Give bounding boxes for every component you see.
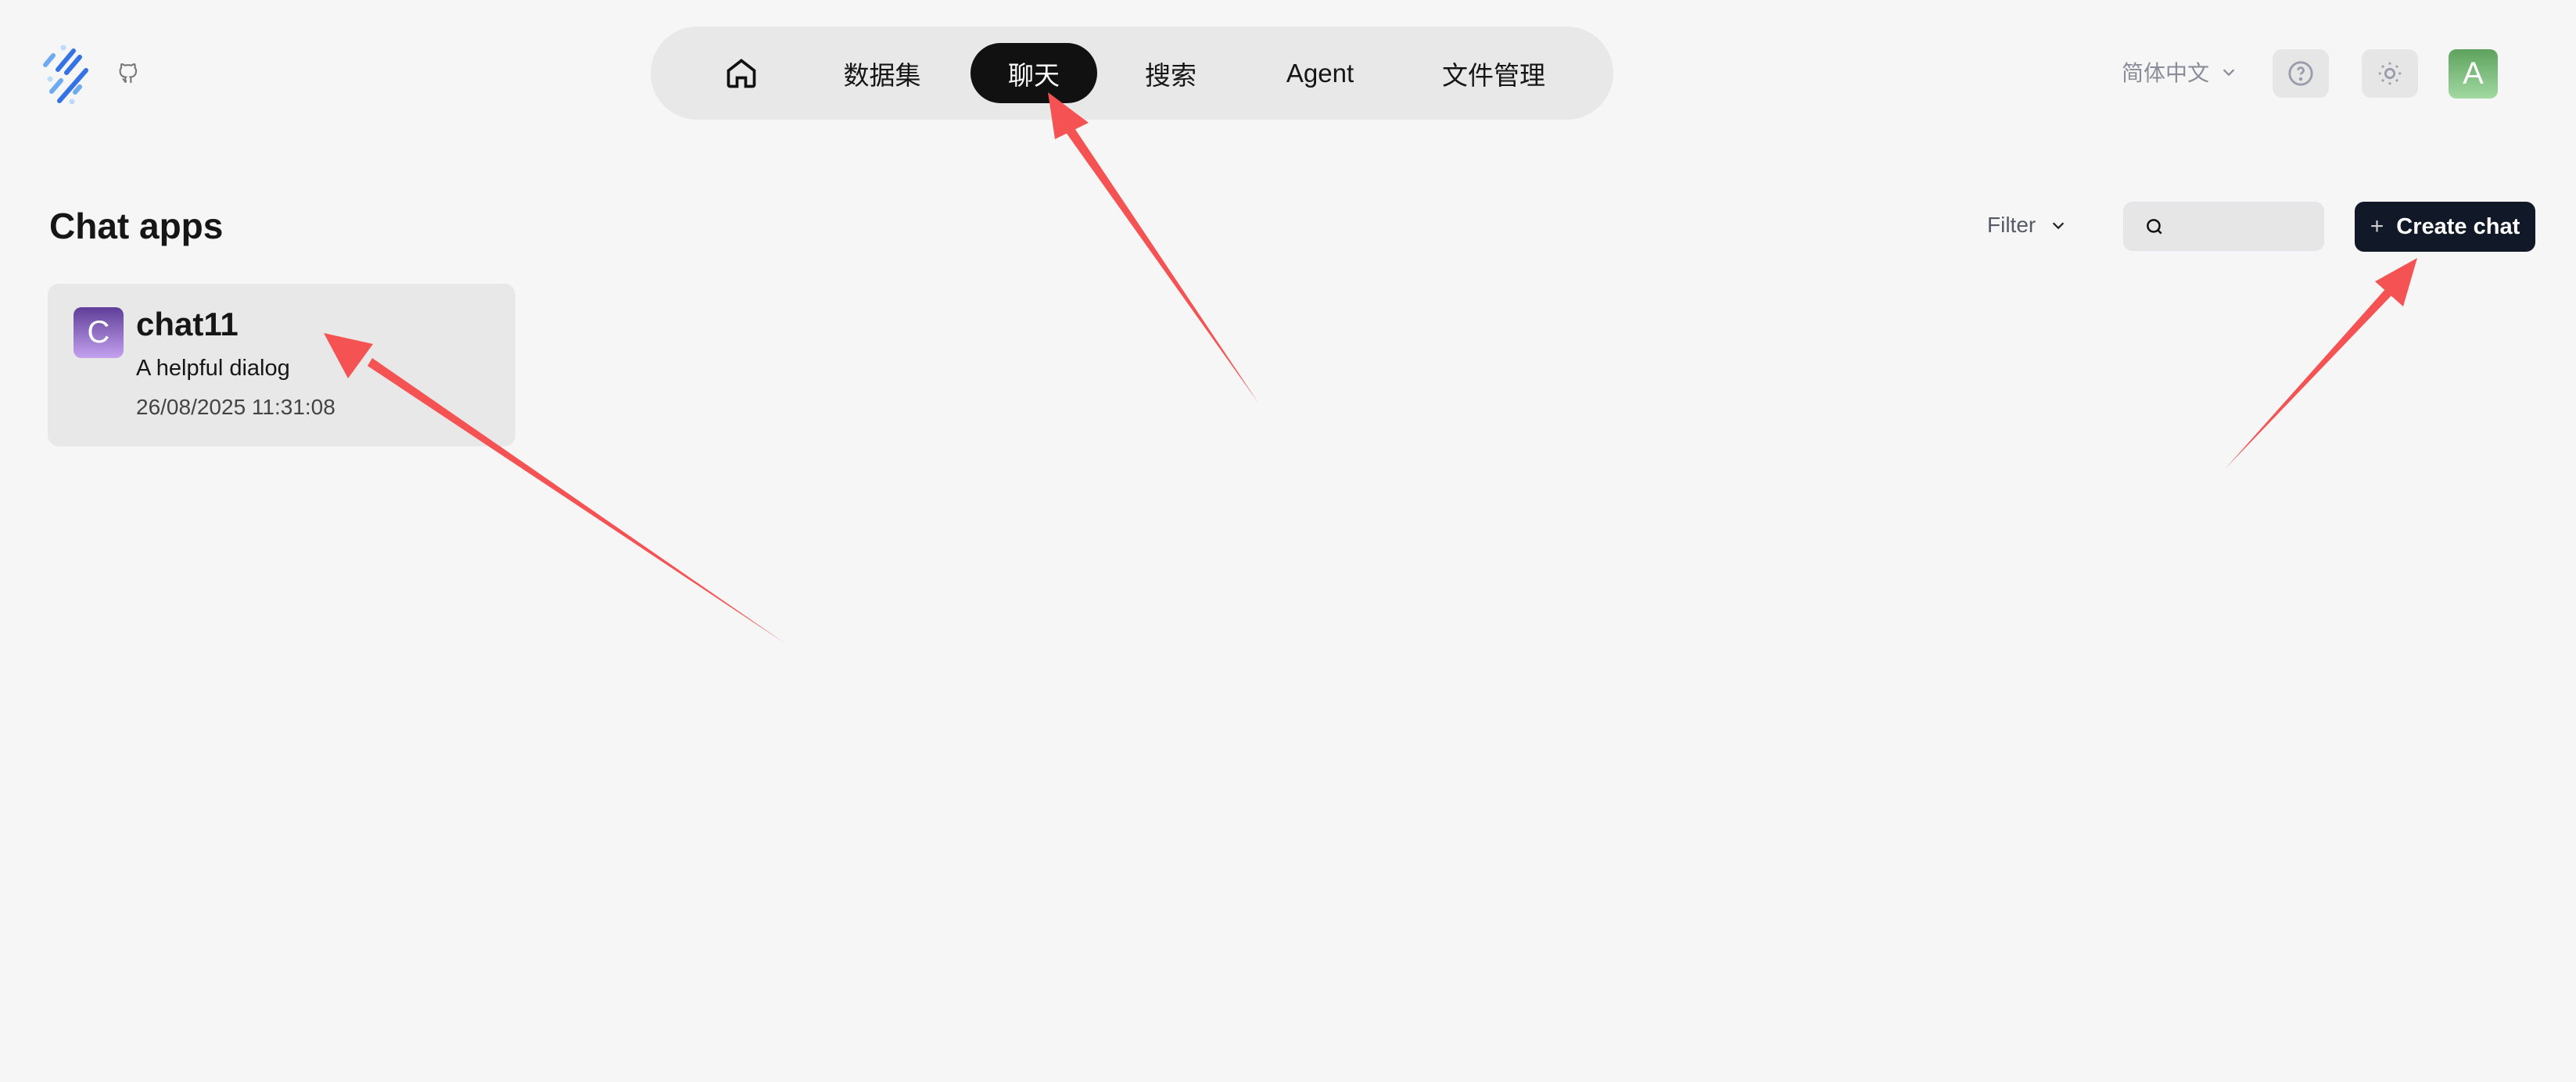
nav-agent[interactable]: Agent [1276,43,1364,103]
theme-toggle-button[interactable] [2362,49,2418,98]
chat-app-date: 26/08/2025 11:31:08 [136,395,335,419]
user-avatar[interactable]: A [2449,49,2498,99]
sun-icon [2378,62,2402,85]
page-title: Chat apps [49,206,224,246]
home-icon [727,58,756,88]
plus-icon: + [2370,213,2384,239]
chat-app-description: A helpful dialog [136,356,290,381]
nav-search[interactable]: 搜索 [1136,43,1206,103]
search-input[interactable] [2172,214,2313,238]
help-button[interactable] [2273,49,2329,98]
chat-app-avatar: C [74,307,124,358]
filter-label: Filter [1987,213,2036,237]
language-select[interactable]: 简体中文 [2122,56,2237,88]
nav-home[interactable] [721,43,762,103]
github-icon[interactable] [117,59,142,88]
search-icon [2147,218,2162,235]
nav-file-management[interactable]: 文件管理 [1433,43,1555,103]
main-nav: 数据集 聊天 搜索 Agent 文件管理 [651,27,1613,120]
nav-dataset[interactable]: 数据集 [835,43,929,103]
nav-chat[interactable]: 聊天 [970,43,1097,103]
help-icon [2288,61,2313,86]
chat-app-name: chat11 [136,306,239,342]
create-chat-button[interactable]: + Create chat [2355,202,2535,252]
chevron-down-icon [2053,222,2065,230]
app-logo-icon[interactable] [31,43,92,106]
annotation-arrow-chat-tab [1048,92,1258,403]
annotation-arrows [324,92,2417,643]
chevron-down-icon [2223,69,2235,77]
annotation-arrow-create [2226,258,2417,468]
search-box[interactable] [2123,202,2324,251]
language-label: 简体中文 [2122,61,2210,85]
create-chat-label: Create chat [2396,213,2520,239]
filter-button[interactable]: Filter [1987,213,2067,238]
chat-app-card[interactable]: C chat11 A helpful dialog 26/08/2025 11:… [48,284,515,446]
